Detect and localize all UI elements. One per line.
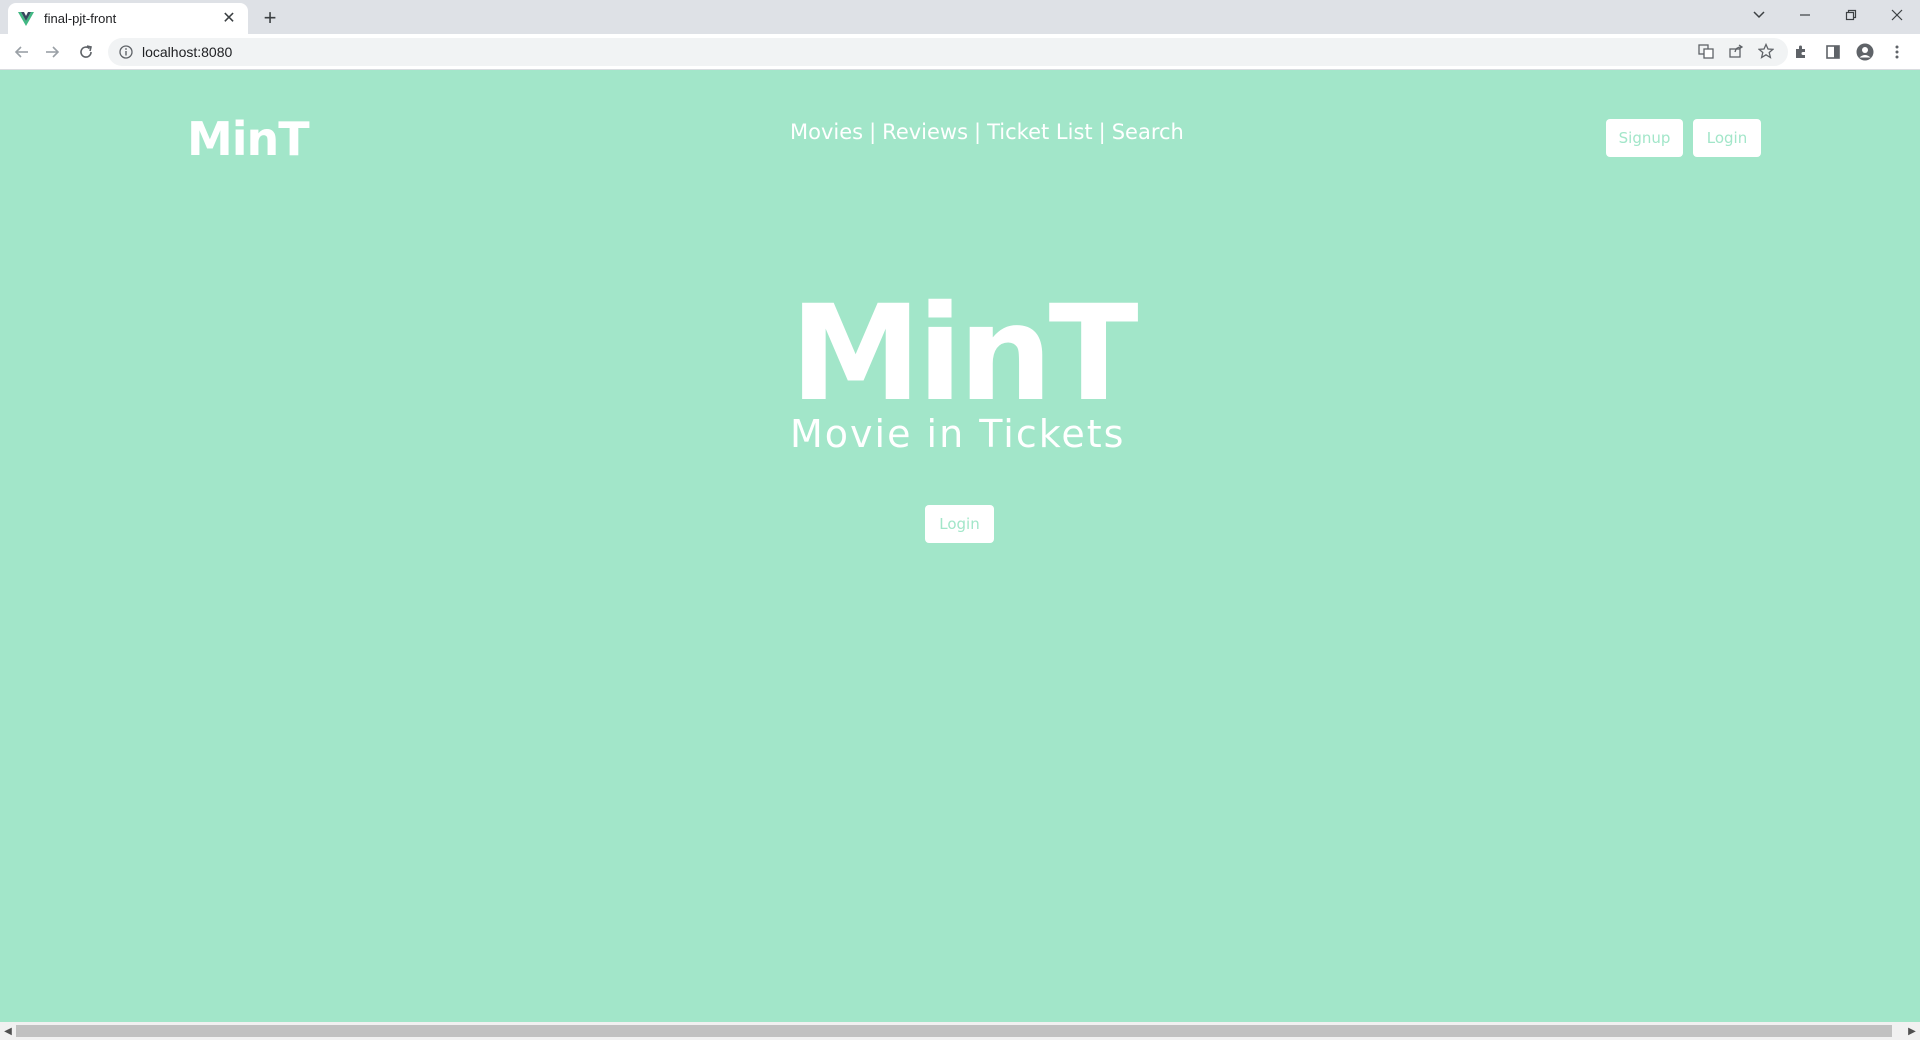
- close-window-icon[interactable]: [1874, 0, 1920, 30]
- nav-reviews[interactable]: Reviews: [882, 120, 968, 144]
- translate-icon[interactable]: [1698, 43, 1714, 62]
- header-login-button[interactable]: Login: [1693, 119, 1761, 157]
- bookmark-star-icon[interactable]: [1757, 42, 1775, 62]
- address-bar[interactable]: localhost:8080: [108, 38, 1788, 66]
- browser-toolbar: localhost:8080: [0, 34, 1920, 70]
- hero-logo: MinT: [790, 277, 1139, 431]
- back-icon[interactable]: [8, 39, 36, 65]
- omnibox-actions: [1698, 38, 1775, 66]
- site-info-icon[interactable]: [118, 44, 134, 60]
- main-nav: Movies | Reviews | Ticket List | Search: [790, 120, 1184, 144]
- browser-menu-icon[interactable]: [1884, 39, 1910, 65]
- restore-icon[interactable]: [1828, 0, 1874, 30]
- minimize-icon[interactable]: [1782, 0, 1828, 30]
- nav-ticket-list[interactable]: Ticket List: [987, 120, 1093, 144]
- hero-login-button[interactable]: Login: [925, 505, 994, 543]
- signup-button[interactable]: Signup: [1606, 119, 1683, 157]
- reload-icon[interactable]: [72, 39, 100, 65]
- browser-titlebar: final-pjt-front ✕ +: [0, 0, 1920, 34]
- hero-tagline: Movie in Tickets: [790, 412, 1126, 456]
- hero-section: MinT Movie in Tickets: [790, 277, 1140, 456]
- scroll-left-icon[interactable]: ◀: [0, 1022, 16, 1040]
- share-icon[interactable]: [1728, 43, 1744, 62]
- side-panel-icon[interactable]: [1820, 39, 1846, 65]
- nav-search[interactable]: Search: [1112, 120, 1184, 144]
- page-content: MinT Movies | Reviews | Ticket List | Search S…: [0, 70, 1920, 1022]
- header-logo[interactable]: MinT: [187, 112, 310, 166]
- horizontal-scrollbar[interactable]: ◀ ▶: [0, 1022, 1920, 1040]
- nav-separator: |: [1098, 120, 1106, 144]
- profile-avatar-icon[interactable]: [1852, 39, 1878, 65]
- tab-search-icon[interactable]: [1736, 0, 1782, 30]
- extensions-icon[interactable]: [1788, 39, 1814, 65]
- nav-separator: |: [869, 120, 877, 144]
- url-text: localhost:8080: [142, 44, 233, 60]
- new-tab-button[interactable]: +: [256, 6, 284, 30]
- forward-icon[interactable]: [38, 39, 66, 65]
- nav-movies[interactable]: Movies: [790, 120, 863, 144]
- scroll-right-icon[interactable]: ▶: [1904, 1022, 1920, 1040]
- browser-tab[interactable]: final-pjt-front ✕: [8, 3, 248, 34]
- tab-title: final-pjt-front: [44, 11, 117, 26]
- nav-separator: |: [974, 120, 982, 144]
- close-tab-icon[interactable]: ✕: [220, 10, 238, 28]
- vue-logo-icon: [18, 11, 34, 27]
- scrollbar-thumb[interactable]: [16, 1025, 1892, 1037]
